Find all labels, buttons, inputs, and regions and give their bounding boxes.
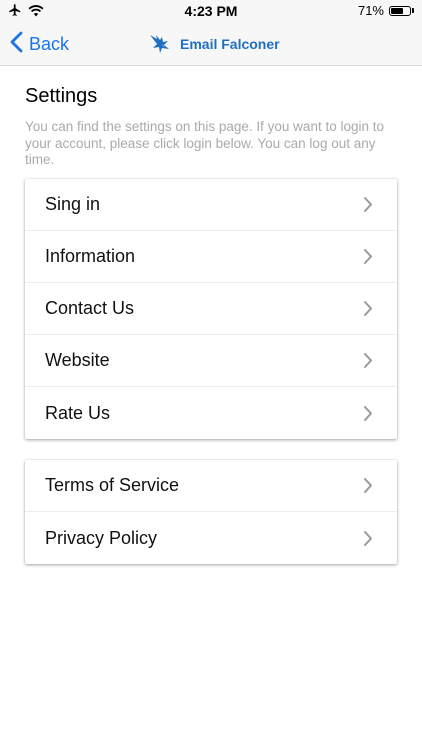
row-contact-us[interactable]: Contact Us	[25, 283, 397, 335]
back-button[interactable]: Back	[10, 30, 69, 58]
row-label: Terms of Service	[45, 475, 180, 495]
row-sign-in[interactable]: Sing in	[25, 179, 397, 231]
status-bar: 4:23 PM 71%	[0, 0, 422, 22]
page-description: You can find the settings on this page. …	[25, 119, 384, 167]
row-label: Contact Us	[45, 298, 135, 318]
nav-title: Email Falconer	[148, 30, 280, 58]
chevron-right-icon	[363, 530, 373, 547]
settings-group-main: Sing in Information Contact Us Website R…	[25, 179, 397, 439]
row-label: Information	[45, 246, 136, 266]
back-label: Back	[29, 33, 70, 54]
row-label: Sing in	[45, 194, 101, 214]
battery-icon	[389, 5, 414, 16]
chevron-right-icon	[363, 352, 373, 369]
chevron-right-icon	[363, 477, 373, 494]
row-rate-us[interactable]: Rate Us	[25, 387, 397, 439]
row-privacy-policy[interactable]: Privacy Policy	[25, 512, 397, 564]
row-label: Privacy Policy	[45, 527, 158, 548]
chevron-left-icon	[10, 31, 23, 58]
chevron-right-icon	[363, 300, 373, 317]
status-right: 71%	[358, 3, 414, 18]
battery-fill	[391, 7, 403, 14]
row-information[interactable]: Information	[25, 231, 397, 283]
chevron-right-icon	[363, 196, 373, 213]
falcon-logo-icon	[148, 32, 172, 57]
chevron-right-icon	[363, 405, 373, 422]
chevron-right-icon	[363, 248, 373, 265]
row-website[interactable]: Website	[25, 335, 397, 387]
battery-percent: 71%	[357, 3, 384, 18]
row-label: Website	[45, 350, 110, 370]
nav-title-label: Email Falconer	[180, 36, 280, 52]
page-title: Settings	[25, 85, 98, 107]
nav-bar: Back Email Falconer	[0, 22, 422, 66]
row-terms-of-service[interactable]: Terms of Service	[25, 460, 397, 512]
settings-group-legal: Terms of Service Privacy Policy	[25, 460, 397, 564]
row-label: Rate Us	[45, 402, 111, 423]
